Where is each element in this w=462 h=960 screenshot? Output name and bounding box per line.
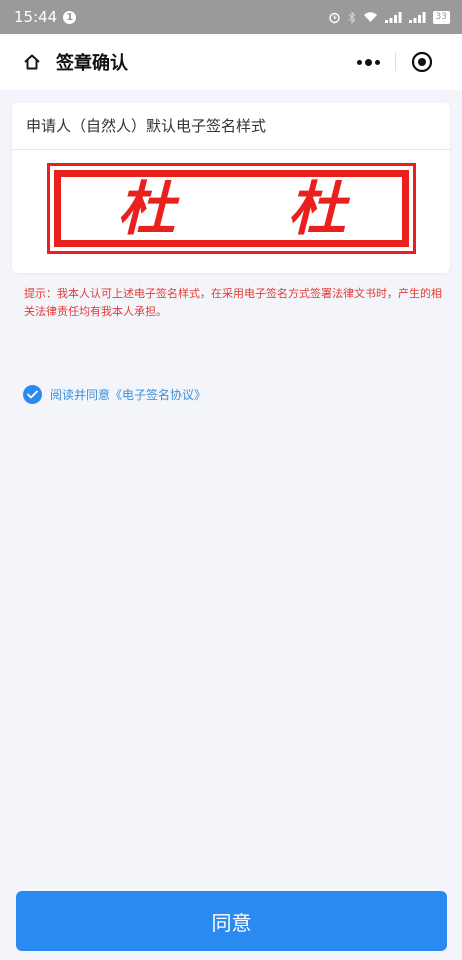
close-button[interactable] (396, 46, 448, 78)
home-button[interactable] (18, 48, 46, 76)
signature-char: 杜 (287, 174, 346, 243)
check-icon (27, 390, 38, 399)
home-icon (24, 54, 40, 70)
more-icon (357, 59, 362, 65)
legal-tip: 提示：我本人认可上述电子签名样式，在采用电子签名方式签署法律文书时，产生的相关法… (24, 287, 442, 318)
status-time: 15:44 (14, 8, 58, 26)
alarm-icon (328, 12, 340, 23)
close-target-icon (411, 51, 433, 73)
signature-char: 杜 (117, 174, 176, 243)
battery-indicator: 33 (432, 10, 450, 24)
status-bar: 15:44 1 33 (0, 0, 462, 34)
nav-bar: 签章确认 (0, 34, 462, 90)
bluetooth-icon (348, 10, 355, 24)
mini-program-capsule (342, 46, 448, 78)
signal-icon (384, 11, 402, 23)
signature-seal-inner: 杜 杜 (54, 170, 409, 247)
status-left: 15:44 1 (14, 8, 77, 26)
wifi-icon (363, 12, 377, 22)
signature-card: 申请人（自然人）默认电子签名样式 杜 杜 (12, 103, 450, 273)
agreement-link[interactable]: 阅读并同意《电子签名协议》 (50, 386, 206, 403)
more-button[interactable] (342, 46, 395, 78)
signature-seal: 杜 杜 (47, 163, 416, 254)
agreement-checkbox[interactable] (23, 385, 42, 404)
page-title: 签章确认 (56, 53, 128, 74)
agree-button[interactable]: 同意 (16, 891, 447, 951)
agreement-row[interactable]: 阅读并同意《电子签名协议》 (23, 385, 206, 404)
signal-icon (408, 11, 426, 23)
signature-card-title: 申请人（自然人）默认电子签名样式 (12, 103, 450, 150)
notification-badge: 1 (63, 10, 77, 24)
status-right: 33 (328, 10, 450, 24)
